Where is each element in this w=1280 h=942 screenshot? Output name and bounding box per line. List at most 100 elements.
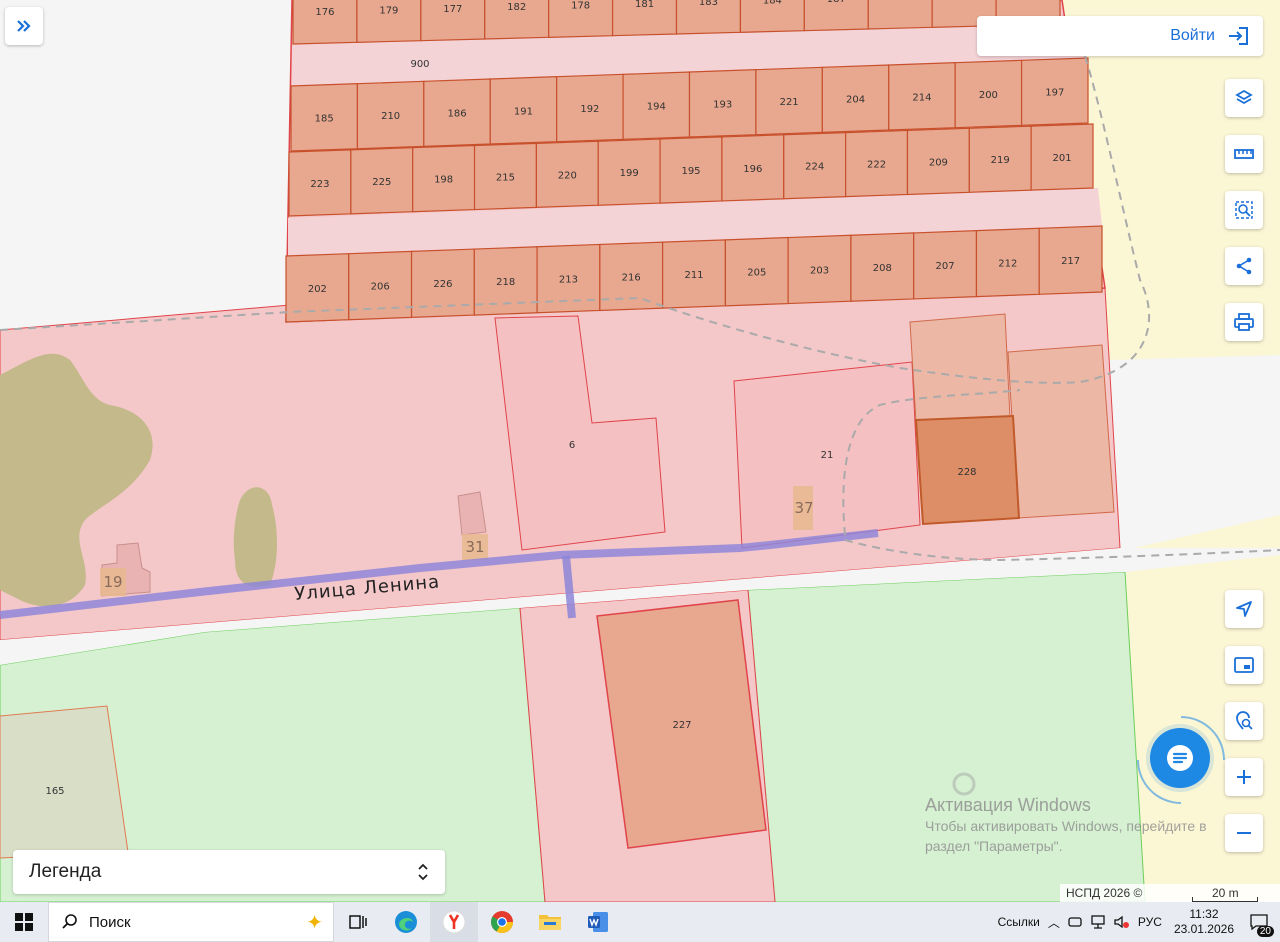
plot-label-214: 214 [912, 92, 931, 103]
chat-button[interactable] [1150, 728, 1210, 788]
plot-label-181: 181 [635, 0, 654, 10]
plot-label-212: 212 [998, 258, 1017, 269]
ruler-icon [1234, 149, 1254, 159]
plot-label-215: 215 [496, 172, 515, 183]
folder-icon [539, 915, 561, 930]
layers-icon [1235, 89, 1253, 105]
minimap-icon [1234, 657, 1254, 673]
task-view-button[interactable] [334, 902, 382, 942]
plot-label-210: 210 [381, 111, 400, 122]
plot-label-201: 201 [1053, 153, 1072, 164]
volume-muted-icon[interactable] [1114, 915, 1130, 929]
edge-icon [395, 911, 417, 933]
chevron-up-icon[interactable]: ︿ [1048, 914, 1060, 931]
plot-label-193: 193 [713, 99, 732, 110]
plot-label-205: 205 [747, 268, 766, 279]
minimap-button[interactable] [1225, 646, 1263, 684]
watermark-title: Активация Windows [925, 795, 1091, 815]
network-icon[interactable] [1090, 915, 1106, 929]
search-placeholder: Поиск [89, 913, 131, 931]
plot-label-187: 187 [827, 0, 846, 5]
plot-label-209: 209 [929, 157, 948, 168]
clock[interactable]: 11:32 23.01.2026 [1174, 907, 1234, 937]
plot-label-220: 220 [558, 170, 577, 181]
links-label[interactable]: Ссылки [998, 915, 1040, 929]
expand-collapse-icon [418, 863, 428, 881]
language-indicator[interactable]: РУС [1138, 915, 1162, 929]
layers-button[interactable] [1225, 79, 1263, 117]
plot-label-226: 226 [433, 279, 452, 290]
building-b [1007, 344, 1115, 519]
zoom-out-icon [1237, 832, 1251, 834]
plot-label-222: 222 [867, 160, 886, 171]
plot-label-203: 203 [810, 265, 829, 276]
yandex-browser-app[interactable] [430, 902, 478, 942]
legend-label: Легенда [29, 861, 102, 882]
area-select-button[interactable] [1225, 191, 1263, 229]
plot-label-202: 202 [308, 284, 327, 295]
plot-label-178: 178 [571, 1, 590, 12]
print-icon [1234, 313, 1254, 331]
map-attribution: НСПД 2026 © 20 m [1060, 884, 1280, 902]
windows-taskbar: Поиск ✦ Ссылки ︿ РУС 11:32 23.01.2026 20 [0, 902, 1280, 942]
share-button[interactable] [1225, 247, 1263, 285]
measure-button[interactable] [1225, 135, 1263, 173]
plot-label-206: 206 [371, 282, 390, 293]
plot-165 [0, 705, 129, 859]
watermark-line2: раздел "Параметры". [925, 838, 1063, 854]
plot-label-221: 221 [780, 97, 799, 108]
map-canvas[interactable]: 176179177182178181183184187188189190 185… [0, 0, 1280, 902]
map-svg[interactable]: 176179177182178181183184187188189190 185… [0, 0, 1280, 902]
word-icon [588, 912, 608, 932]
login-label: Войти [1170, 27, 1215, 44]
plot-label-211: 211 [684, 270, 703, 281]
task-view-icon [349, 915, 367, 929]
geo-search-button[interactable] [1225, 702, 1263, 740]
clock-time: 11:32 [1189, 907, 1219, 921]
scale-bar: 20 m [1192, 886, 1259, 902]
meet-now-icon[interactable] [1068, 915, 1082, 929]
plot-label-200: 200 [979, 90, 998, 101]
zoom-in-button[interactable] [1225, 758, 1263, 796]
plot-188[interactable] [867, 0, 933, 30]
sign-in-icon [1229, 27, 1248, 45]
zoom-in-icon [1237, 770, 1251, 784]
plot-label-177: 177 [443, 4, 462, 15]
locate-button[interactable] [1225, 590, 1263, 628]
plot-label-191: 191 [514, 106, 533, 117]
system-tray: Ссылки ︿ РУС 11:32 23.01.2026 20 [998, 902, 1280, 942]
start-button[interactable] [0, 902, 48, 942]
notifications-button[interactable]: 20 [1244, 907, 1274, 937]
login-button[interactable]: Войти [977, 16, 1263, 56]
plot-21-label: 21 [821, 450, 834, 461]
plot-label-199: 199 [620, 168, 639, 179]
file-explorer-app[interactable] [526, 902, 574, 942]
plot-label-194: 194 [647, 102, 666, 113]
plot-label-213: 213 [559, 275, 578, 286]
plot-label-179: 179 [379, 6, 398, 17]
edge-app[interactable] [382, 902, 430, 942]
house-31: 31 [465, 538, 484, 556]
plot-label-195: 195 [681, 166, 700, 177]
clock-date: 23.01.2026 [1173, 922, 1234, 936]
plot-label-225: 225 [372, 177, 391, 188]
chrome-icon [491, 911, 513, 933]
chrome-app[interactable] [478, 902, 526, 942]
plot-label-224: 224 [805, 162, 824, 173]
search-icon [62, 914, 77, 929]
print-button[interactable] [1225, 303, 1263, 341]
plot-label-182: 182 [507, 2, 526, 13]
plot-227-label: 227 [672, 720, 691, 731]
plot-label-183: 183 [699, 0, 718, 8]
plot-label-217: 217 [1061, 256, 1080, 267]
plot-label-219: 219 [991, 155, 1010, 166]
plot-label-185: 185 [315, 113, 334, 124]
chat-icon [1167, 745, 1193, 771]
legend-panel[interactable]: Легенда [13, 850, 445, 894]
taskbar-search[interactable]: Поиск ✦ [48, 902, 334, 942]
notification-count: 20 [1256, 926, 1274, 937]
zoom-out-button[interactable] [1225, 814, 1263, 852]
area-select-icon [1235, 201, 1253, 219]
expand-panel-button[interactable] [5, 7, 43, 45]
word-app[interactable] [574, 902, 622, 942]
